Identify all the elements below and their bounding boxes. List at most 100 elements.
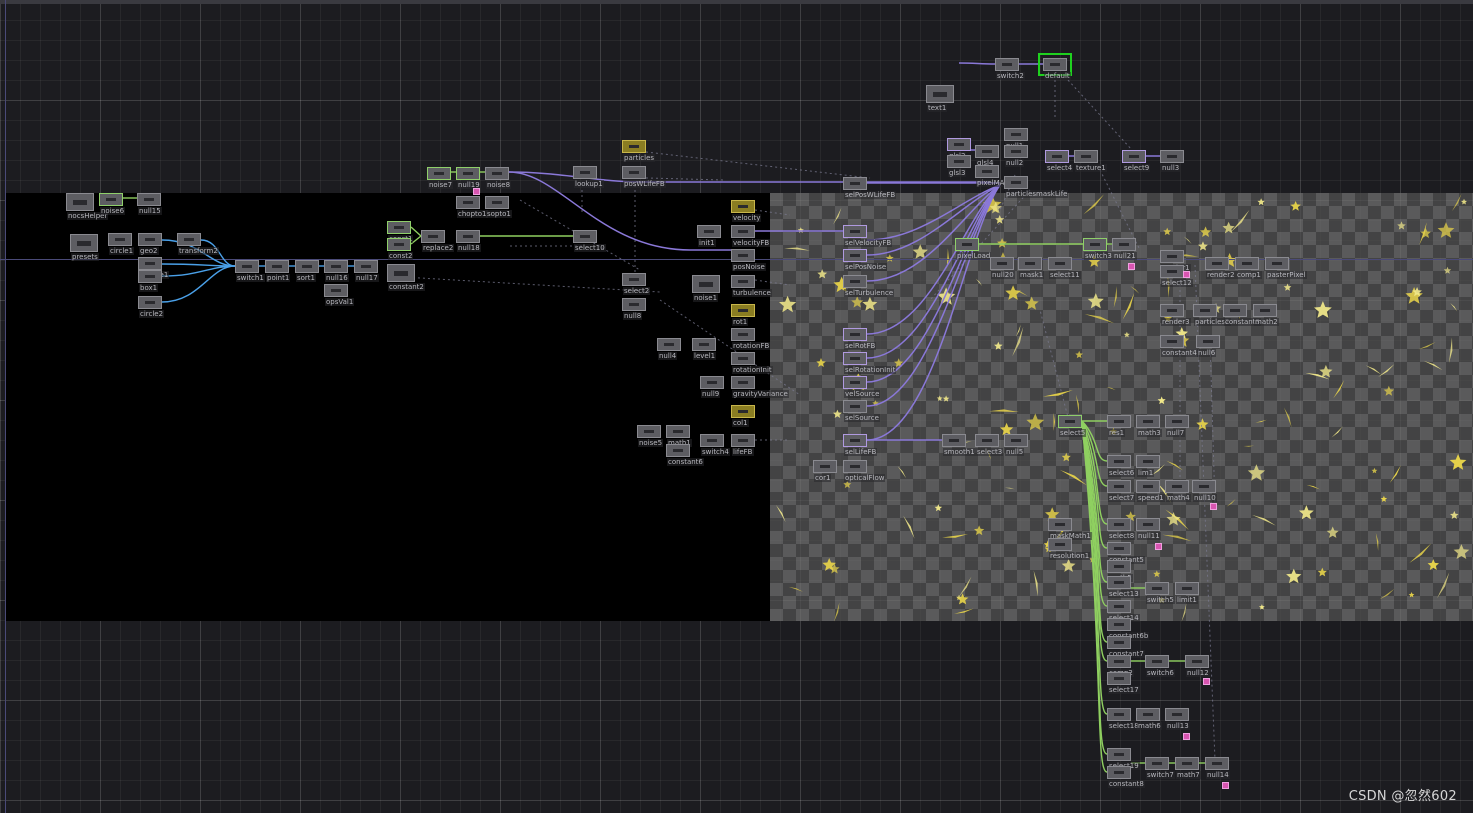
node-null9[interactable] [700,376,724,389]
viewer-flag-icon[interactable] [1128,263,1135,270]
node-res1[interactable] [1107,415,1131,428]
node-null2[interactable] [1004,145,1028,158]
viewer-flag-icon[interactable] [1155,543,1162,550]
node-select7[interactable] [1107,480,1131,493]
node-math3[interactable] [1136,415,1160,428]
node-math2[interactable] [1253,304,1277,317]
node-selSource[interactable] [843,400,867,413]
node-null11[interactable] [1136,518,1160,531]
node-selVelocityFB[interactable] [843,225,867,238]
node-select9[interactable] [1122,150,1146,163]
viewer-flag-icon[interactable] [1210,503,1217,510]
node-nocsHelper[interactable] [66,193,94,211]
node-particlesmaskLife[interactable] [1004,176,1028,189]
node-pixelLoad[interactable] [955,238,979,251]
node-noise7[interactable] [427,167,451,180]
node-selLifeFB[interactable] [843,434,867,447]
node-null8[interactable] [622,298,646,311]
node-point1[interactable] [265,260,289,273]
node-mask1[interactable] [1018,257,1042,270]
node-select5[interactable] [1058,415,1082,428]
node-const2[interactable] [387,238,411,251]
node-presets[interactable] [70,234,98,252]
node-lim1[interactable] [1136,455,1160,468]
node-chopto1[interactable] [456,196,480,209]
node-null12[interactable] [1185,655,1209,668]
node-posWLifeFB[interactable] [622,166,646,179]
node-text1[interactable] [926,85,954,103]
node-selTurbulence[interactable] [843,275,867,288]
node-null16[interactable] [324,260,348,273]
node-noise6[interactable] [99,193,123,206]
node-select12[interactable] [1160,265,1184,278]
node-particles[interactable] [622,140,646,153]
node-comp1[interactable] [1235,257,1259,270]
node-replace2[interactable] [421,230,445,243]
node-turbulence[interactable] [731,275,755,288]
node-sopto1[interactable] [485,196,509,209]
node-geo2[interactable] [138,233,162,246]
node-glsl2[interactable] [947,138,971,151]
node-select8[interactable] [1107,518,1131,531]
node-constant7[interactable] [1107,636,1131,649]
viewer-flag-icon[interactable] [1183,271,1190,278]
node-velSource[interactable] [843,376,867,389]
node-switch6[interactable] [1145,655,1169,668]
node-constant2[interactable] [387,264,415,282]
node-null4[interactable] [657,338,681,351]
viewer-flag-icon[interactable] [1203,678,1210,685]
node-select11[interactable] [1048,257,1072,270]
node-circle1[interactable] [108,233,132,246]
node-pasterPixel[interactable] [1265,257,1289,270]
node-circle2[interactable] [138,296,162,309]
node-limit1[interactable] [1175,582,1199,595]
node-select14[interactable] [1107,600,1131,613]
node-smooth1[interactable] [942,434,966,447]
viewer-flag-icon[interactable] [473,188,480,195]
node-lifeFB[interactable] [731,434,755,447]
node-rotationFB[interactable] [731,328,755,341]
node-render1[interactable] [1160,250,1184,263]
node-null20[interactable] [990,257,1014,270]
node-null17[interactable] [354,260,378,273]
node-opsVal1[interactable] [324,284,348,297]
node-const1[interactable] [387,221,411,234]
node-math7[interactable] [1175,757,1199,770]
node-select6[interactable] [1107,455,1131,468]
node-select13[interactable] [1107,576,1131,589]
node-switch7[interactable] [1145,757,1169,770]
node-switch2[interactable] [995,58,1019,71]
node-pixelMAC[interactable] [975,165,999,178]
node-gravityVariance[interactable] [731,376,755,389]
node-constant5[interactable] [1107,542,1131,555]
node-col1[interactable] [731,405,755,418]
node-constant6b[interactable] [1107,618,1131,631]
node-noise8[interactable] [485,167,509,180]
node-select3[interactable] [975,434,999,447]
node-null15[interactable] [137,193,161,206]
node-comp2[interactable] [1107,655,1131,668]
node-velocityFB[interactable] [731,225,755,238]
node-speed1[interactable] [1136,480,1160,493]
node-glsl4[interactable] [975,145,999,158]
node-select19[interactable] [1107,748,1131,761]
node-math5[interactable] [1107,560,1131,573]
node-null13[interactable] [1165,708,1189,721]
node-render3[interactable] [1160,304,1184,317]
node-velocity[interactable] [731,200,755,213]
node-math4[interactable] [1165,480,1189,493]
viewer-flag-icon[interactable] [1183,733,1190,740]
node-switch4[interactable] [700,434,724,447]
node-null19[interactable] [456,167,480,180]
node-math1[interactable] [666,425,690,438]
node-level1[interactable] [692,338,716,351]
node-switch1[interactable] [235,260,259,273]
node-constant8[interactable] [1107,766,1131,779]
node-init1[interactable] [697,225,721,238]
node-null7[interactable] [1165,415,1189,428]
node-box1[interactable] [138,270,162,283]
node-maskMath1[interactable] [1048,518,1072,531]
node-switch3[interactable] [1083,238,1107,251]
node-rotationInit[interactable] [731,352,755,365]
node-selPosWLifeFB[interactable] [843,177,867,190]
